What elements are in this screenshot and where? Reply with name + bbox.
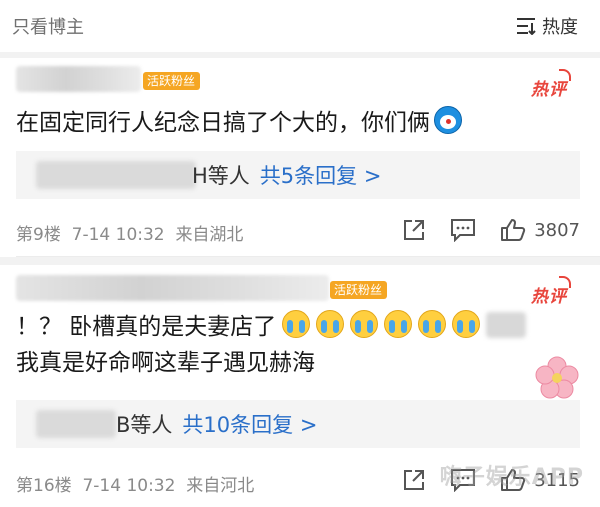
sort-icon <box>517 18 536 35</box>
comment-time: 7-14 10:32 <box>71 225 165 245</box>
fan-badge: 活跃粉丝 <box>330 281 388 299</box>
sort-label: 热度 <box>542 17 578 38</box>
share-button[interactable] <box>402 468 426 492</box>
blurred-username[interactable] <box>16 66 141 92</box>
fan-badge: 活跃粉丝 <box>143 72 201 90</box>
thumbs-up-icon <box>501 219 526 241</box>
crying-emoji-icon <box>384 310 413 338</box>
doraemon-emoji-icon <box>434 106 462 134</box>
share-icon <box>404 470 425 490</box>
crying-emoji-icon <box>316 310 345 338</box>
comment-text-content: ！？ 卧槽真的是夫妻店了 <box>16 314 277 340</box>
comment-text-content: 我真是好命啊这辈子遇见赫海 <box>16 350 315 376</box>
hot-comment-badge: 热评 <box>531 276 571 307</box>
section-divider <box>0 257 600 265</box>
share-button[interactable] <box>402 218 426 242</box>
crying-emoji-icon <box>452 310 481 338</box>
comment-text-line1: ！？ 卧槽真的是夫妻店了 <box>16 310 527 344</box>
floor-number: 第16楼 <box>16 476 72 496</box>
comment-text: 在固定同行人纪念日搞了个大的，你们俩 <box>16 106 462 140</box>
reply-preview[interactable]: B等人 共10条回复 > <box>16 400 580 448</box>
crying-emoji-icon <box>282 310 311 338</box>
comment-location: 来自河北 <box>186 476 255 496</box>
view-replies-link[interactable]: 共5条回复 > <box>260 164 382 188</box>
blurred-emoji <box>486 312 527 338</box>
hot-comment-badge: 热评 <box>531 69 571 100</box>
app-watermark: 嗨子娱乐APP <box>439 465 584 490</box>
only-op-toggle[interactable]: 只看博主 <box>12 13 84 39</box>
comment-meta: 第16楼 7-14 10:32 来自河北 <box>16 471 254 496</box>
comment-location: 来自湖北 <box>175 225 244 245</box>
crying-emoji-icon <box>418 310 447 338</box>
comment-time: 7-14 10:32 <box>82 476 176 496</box>
comment-meta: 第9楼 7-14 10:32 来自湖北 <box>16 220 243 245</box>
floor-number: 第9楼 <box>16 225 61 245</box>
comment-actions: 3807 <box>402 218 580 242</box>
like-button[interactable]: 3807 <box>500 218 580 242</box>
like-count: 3807 <box>534 219 580 241</box>
blurred-reply-names <box>36 410 116 438</box>
crying-emoji-icon <box>350 310 379 338</box>
reply-preview[interactable]: H等人 共5条回复 > <box>16 151 580 199</box>
blurred-reply-names <box>36 161 196 189</box>
reply-tail: H等人 <box>192 164 250 188</box>
sort-button[interactable]: 热度 <box>516 13 578 39</box>
share-icon <box>404 220 425 240</box>
blurred-username[interactable] <box>16 275 329 301</box>
comment-text-content: 在固定同行人纪念日搞了个大的，你们俩 <box>16 110 430 136</box>
top-bar: 只看博主 热度 <box>0 0 600 52</box>
reply-summary: B等人 共10条回复 > <box>116 409 317 439</box>
comment-card: 活跃粉丝 热评 在固定同行人纪念日搞了个大的，你们俩 H等人 共5条回复 > 第9… <box>0 58 600 257</box>
blossom-sticker-icon <box>535 356 579 399</box>
comment-icon <box>451 219 476 242</box>
comment-button[interactable] <box>450 218 476 242</box>
comment-text-line2: 我真是好命啊这辈子遇见赫海 <box>16 346 315 380</box>
reply-tail: B等人 <box>116 413 173 437</box>
reply-summary: H等人 共5条回复 > <box>192 160 381 190</box>
view-replies-link[interactable]: 共10条回复 > <box>182 413 317 437</box>
